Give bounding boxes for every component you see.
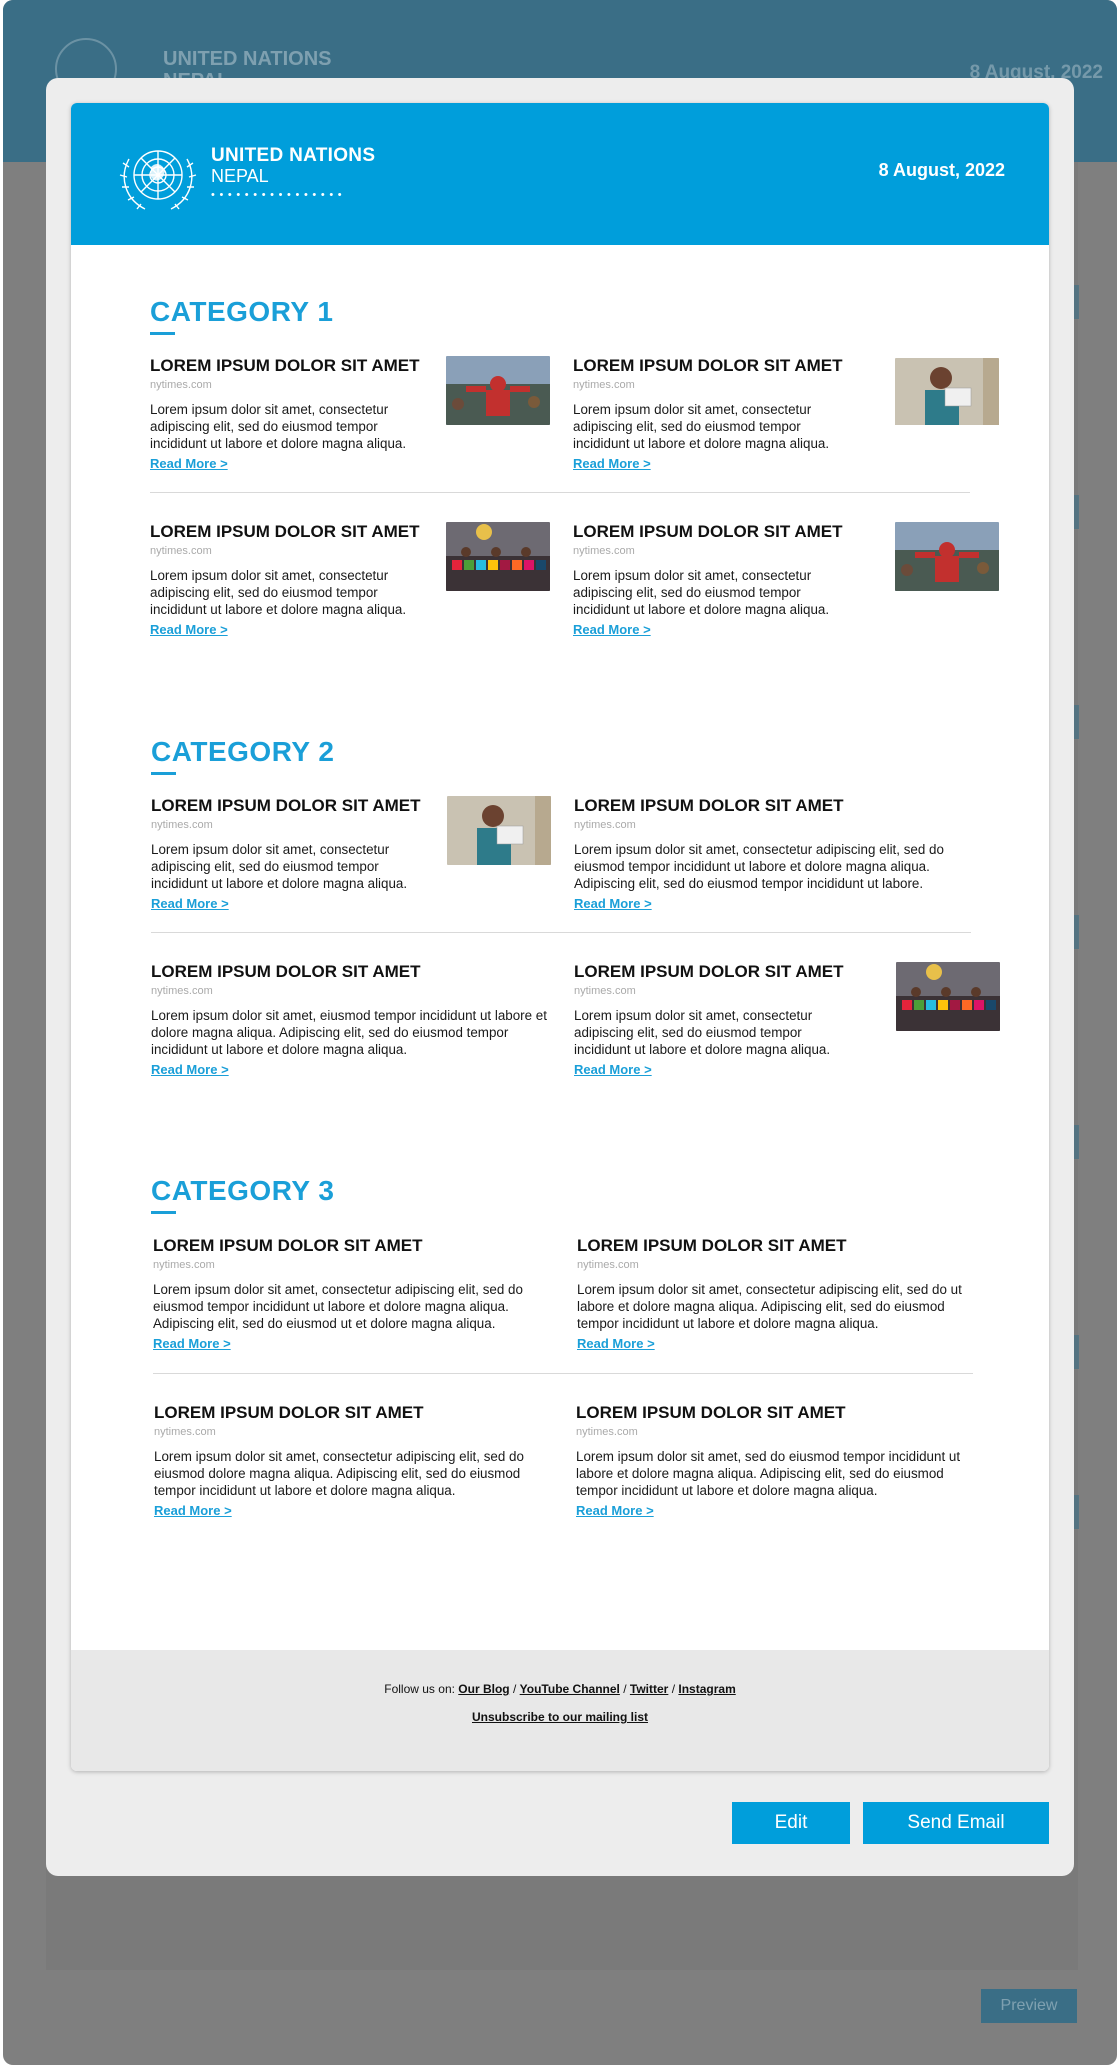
email-preview: UNITED NATIONS NEPAL •••••••••••••••• 8 … xyxy=(71,103,1049,1771)
article-title: LOREM IPSUM DOLOR SIT AMET xyxy=(154,1403,424,1422)
article-divider xyxy=(151,932,971,933)
article-card: LOREM IPSUM DOLOR SIT AMET nytimes.com L… xyxy=(151,796,551,913)
article-card: LOREM IPSUM DOLOR SIT AMET nytimes.com L… xyxy=(574,962,1000,1079)
article-image[interactable] xyxy=(895,522,999,591)
read-more-link[interactable]: Read More > xyxy=(574,1062,652,1077)
background-brand-line1: UNITED NATIONS xyxy=(163,48,332,70)
edit-button[interactable]: Edit xyxy=(732,1802,850,1844)
footer-link-twitter[interactable]: Twitter xyxy=(630,1682,668,1696)
category-underline xyxy=(150,332,175,335)
article-body: Lorem ipsum dolor sit amet, consectetur … xyxy=(577,1282,962,1331)
article-body: Lorem ipsum dolor sit amet, consectetur … xyxy=(154,1449,524,1498)
read-more-link[interactable]: Read More > xyxy=(150,622,228,637)
read-more-link[interactable]: Read More > xyxy=(574,896,652,911)
brand-line1: UNITED NATIONS xyxy=(211,145,376,166)
article-source: nytimes.com xyxy=(576,1426,638,1438)
read-more-link[interactable]: Read More > xyxy=(151,1062,229,1077)
email-preview-modal: UNITED NATIONS NEPAL •••••••••••••••• 8 … xyxy=(46,78,1074,1876)
un-emblem-icon xyxy=(119,150,197,210)
article-title: LOREM IPSUM DOLOR SIT AMET xyxy=(151,962,421,981)
article-body: Lorem ipsum dolor sit amet, consectetur … xyxy=(151,842,408,891)
background-preview-button: Preview xyxy=(981,1989,1077,2023)
footer-separator: / xyxy=(671,1682,676,1696)
read-more-link[interactable]: Read More > xyxy=(577,1336,655,1351)
article-title: LOREM IPSUM DOLOR SIT AMET xyxy=(577,1236,847,1255)
category-section: CATEGORY 1 LOREM IPSUM DOLOR SIT AMET ny… xyxy=(150,296,999,676)
category-title: CATEGORY 2 xyxy=(151,736,335,767)
article-card: LOREM IPSUM DOLOR SIT AMET nytimes.com L… xyxy=(151,962,551,1079)
read-more-link[interactable]: Read More > xyxy=(151,896,229,911)
article-card: LOREM IPSUM DOLOR SIT AMET nytimes.com L… xyxy=(576,1403,976,1520)
footer-link-youtube[interactable]: YouTube Channel xyxy=(520,1682,620,1696)
brand-line2: NEPAL xyxy=(211,166,269,186)
article-body: Lorem ipsum dolor sit amet, consectetur … xyxy=(574,1008,831,1057)
article-card: LOREM IPSUM DOLOR SIT AMET nytimes.com L… xyxy=(573,522,999,639)
article-body: Lorem ipsum dolor sit amet, consectetur … xyxy=(573,402,830,451)
follow-prefix: Follow us on: xyxy=(384,1682,455,1696)
article-card: LOREM IPSUM DOLOR SIT AMET nytimes.com L… xyxy=(153,1236,553,1353)
article-body: Lorem ipsum dolor sit amet, sed do eiusm… xyxy=(576,1449,961,1498)
footer-link-blog[interactable]: Our Blog xyxy=(458,1682,509,1696)
category-section: CATEGORY 3 LOREM IPSUM DOLOR SIT AMET ny… xyxy=(151,1175,973,1555)
article-image[interactable] xyxy=(446,356,550,425)
article-title: LOREM IPSUM DOLOR SIT AMET xyxy=(574,796,844,815)
category-title: CATEGORY 1 xyxy=(150,296,334,327)
article-body: Lorem ipsum dolor sit amet, consectetur … xyxy=(573,568,830,617)
follow-us-line: Follow us on: Our Blog / YouTube Channel… xyxy=(71,1682,1049,1696)
article-image[interactable] xyxy=(446,522,550,591)
article-source: nytimes.com xyxy=(151,985,213,997)
article-card: LOREM IPSUM DOLOR SIT AMET nytimes.com L… xyxy=(574,796,974,913)
send-email-button[interactable]: Send Email xyxy=(863,1802,1049,1844)
email-header: UNITED NATIONS NEPAL •••••••••••••••• 8 … xyxy=(71,103,1049,245)
article-card: LOREM IPSUM DOLOR SIT AMET nytimes.com L… xyxy=(150,356,550,473)
footer-link-instagram[interactable]: Instagram xyxy=(678,1682,735,1696)
article-image[interactable] xyxy=(896,962,1000,1031)
footer-separator: / xyxy=(623,1682,627,1696)
article-divider xyxy=(153,1373,973,1374)
article-body: Lorem ipsum dolor sit amet, eiusmod temp… xyxy=(151,1008,547,1057)
article-source: nytimes.com xyxy=(153,1259,215,1271)
article-card: LOREM IPSUM DOLOR SIT AMET nytimes.com L… xyxy=(154,1403,554,1520)
read-more-link[interactable]: Read More > xyxy=(150,456,228,471)
article-card: LOREM IPSUM DOLOR SIT AMET nytimes.com L… xyxy=(577,1236,977,1353)
brand-dots: •••••••••••••••• xyxy=(211,189,347,201)
article-source: nytimes.com xyxy=(574,819,636,831)
article-body: Lorem ipsum dolor sit amet, consectetur … xyxy=(150,402,407,451)
category-section: CATEGORY 2 LOREM IPSUM DOLOR SIT AMET ny… xyxy=(151,736,1000,1116)
article-image[interactable] xyxy=(895,358,999,427)
category-title: CATEGORY 3 xyxy=(151,1175,335,1206)
article-title: LOREM IPSUM DOLOR SIT AMET xyxy=(576,1403,846,1422)
read-more-link[interactable]: Read More > xyxy=(576,1503,654,1518)
article-source: nytimes.com xyxy=(577,1259,639,1271)
category-underline xyxy=(151,772,176,775)
article-body: Lorem ipsum dolor sit amet, consectetur … xyxy=(574,842,944,891)
footer-separator: / xyxy=(512,1682,517,1696)
article-body: Lorem ipsum dolor sit amet, consectetur … xyxy=(153,1282,523,1331)
header-date: 8 August, 2022 xyxy=(878,160,1005,180)
article-body: Lorem ipsum dolor sit amet, consectetur … xyxy=(150,568,407,617)
article-divider xyxy=(150,492,970,493)
article-title: LOREM IPSUM DOLOR SIT AMET xyxy=(153,1236,423,1255)
read-more-link[interactable]: Read More > xyxy=(573,622,651,637)
read-more-link[interactable]: Read More > xyxy=(573,456,651,471)
brand-block: UNITED NATIONS NEPAL •••••••••••••••• xyxy=(211,145,375,201)
article-card: LOREM IPSUM DOLOR SIT AMET nytimes.com L… xyxy=(150,522,550,639)
email-footer: Follow us on: Our Blog / YouTube Channel… xyxy=(71,1650,1049,1771)
article-source: nytimes.com xyxy=(154,1426,216,1438)
article-card: LOREM IPSUM DOLOR SIT AMET nytimes.com L… xyxy=(573,356,999,473)
category-underline xyxy=(151,1211,176,1214)
unsubscribe-link[interactable]: Unsubscribe to our mailing list xyxy=(71,1710,1049,1724)
read-more-link[interactable]: Read More > xyxy=(153,1336,231,1351)
article-image[interactable] xyxy=(447,796,551,865)
read-more-link[interactable]: Read More > xyxy=(154,1503,232,1518)
